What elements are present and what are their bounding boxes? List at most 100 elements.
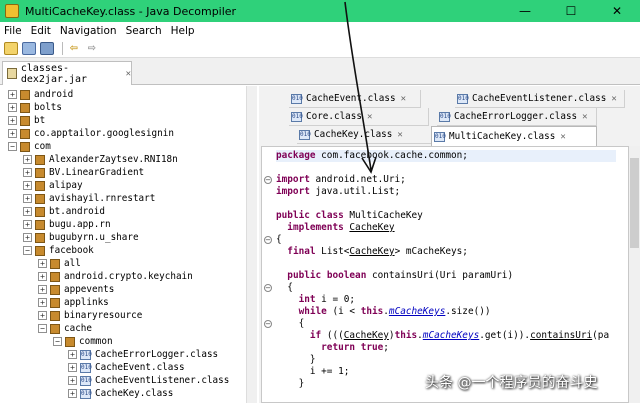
package-icon <box>50 310 60 321</box>
tree-scrollbar[interactable] <box>246 86 257 403</box>
close-tab-icon[interactable]: ✕ <box>560 132 565 142</box>
watermark-text: 头条 @一个程序员的奋斗史 <box>425 375 598 391</box>
expand-toggle-icon[interactable]: + <box>38 285 47 294</box>
expand-toggle-icon[interactable]: + <box>68 389 77 398</box>
tree-item-package[interactable]: − common <box>53 335 113 348</box>
code-editor[interactable]: package com.facebook.cache.common; − imp… <box>261 146 629 403</box>
expand-toggle-icon[interactable]: + <box>68 350 77 359</box>
expand-toggle-icon[interactable]: + <box>23 220 32 229</box>
fold-collapse-icon[interactable]: − <box>264 320 272 328</box>
forward-arrow-icon[interactable]: ⇨ <box>85 42 99 55</box>
tab-cache-key[interactable]: 010 CacheKey.class ✕ <box>297 126 437 144</box>
expand-toggle-icon[interactable]: + <box>23 233 32 242</box>
tab-cache-event-listener[interactable]: 010 CacheEventListener.class ✕ <box>455 90 625 108</box>
tree-item-package[interactable]: + BV.LinearGradient <box>23 166 144 179</box>
code-line-brace: } <box>298 378 305 389</box>
expand-toggle-icon[interactable]: + <box>38 259 47 268</box>
expand-toggle-icon[interactable]: + <box>38 311 47 320</box>
fold-collapse-icon[interactable]: − <box>264 176 272 184</box>
tree-item-package[interactable]: + co.apptailor.googlesignin <box>8 127 174 140</box>
tree-item-package[interactable]: + bt <box>8 114 45 127</box>
fold-collapse-icon[interactable]: − <box>264 284 272 292</box>
menu-file[interactable]: File <box>4 25 22 37</box>
tab-multi-cache-key[interactable]: 010 MultiCacheKey.class ✕ <box>431 126 597 146</box>
open-file-icon[interactable] <box>4 42 18 55</box>
open-type-icon[interactable] <box>22 42 36 55</box>
tree-item-package[interactable]: − facebook <box>23 244 94 257</box>
collapse-toggle-icon[interactable]: − <box>8 142 17 151</box>
tree-item-package[interactable]: − cache <box>38 322 92 335</box>
tree-item-package[interactable]: − com <box>8 140 51 153</box>
code-line-package: package com.facebook.cache.common; <box>276 150 616 162</box>
jar-file-tab[interactable]: classes-dex2jar.jar ✕ <box>2 61 132 85</box>
close-tab-icon[interactable]: ✕ <box>582 112 587 122</box>
tab-core[interactable]: 010 Core.class ✕ <box>289 108 429 126</box>
expand-toggle-icon[interactable]: + <box>68 363 77 372</box>
minimize-button[interactable]: — <box>502 0 548 22</box>
menu-navigation[interactable]: Navigation <box>60 25 117 37</box>
tree-item-package[interactable]: + avishayil.rnrestart <box>23 192 155 205</box>
tree-item-package[interactable]: + bugubyrn.u_share <box>23 231 139 244</box>
package-icon <box>20 102 30 113</box>
tree-item-package[interactable]: + bugu.app.rn <box>23 218 111 231</box>
tree-item-class[interactable]: +010 CacheKey.class <box>68 387 173 400</box>
tree-item-class[interactable]: +010 CacheEvent.class <box>68 361 185 374</box>
tree-item-class[interactable]: +010 CacheEventListener.class <box>68 374 229 387</box>
expand-toggle-icon[interactable]: + <box>23 194 32 203</box>
close-tab-icon[interactable]: ✕ <box>126 69 131 79</box>
expand-toggle-icon[interactable]: + <box>8 90 17 99</box>
expand-toggle-icon[interactable]: + <box>38 298 47 307</box>
tree-item-package[interactable]: + binaryresource <box>38 309 142 322</box>
tab-cache-event[interactable]: 010 CacheEvent.class ✕ <box>289 90 421 108</box>
back-arrow-icon[interactable]: ⇦ <box>67 42 81 55</box>
tree-item-label: android <box>34 89 74 100</box>
tree-item-package[interactable]: + bolts <box>8 101 62 114</box>
maximize-button[interactable]: ☐ <box>548 0 594 22</box>
fold-collapse-icon[interactable]: − <box>264 236 272 244</box>
menu-bar: File Edit Navigation Search Help <box>0 22 640 40</box>
expand-toggle-icon[interactable]: + <box>23 207 32 216</box>
collapse-toggle-icon[interactable]: − <box>38 324 47 333</box>
tree-item-package[interactable]: + android <box>8 88 73 101</box>
tree-item-package[interactable]: + bt.android <box>23 205 105 218</box>
close-tab-icon[interactable]: ✕ <box>367 112 372 122</box>
editor-scrollbar[interactable] <box>629 146 640 403</box>
code-line-while: while (i < this.mCacheKeys.size()) <box>298 306 491 317</box>
expand-toggle-icon[interactable]: + <box>23 155 32 164</box>
tree-item-class[interactable]: +010 CacheErrorLogger.class <box>68 348 218 361</box>
close-window-button[interactable]: ✕ <box>594 0 640 22</box>
menu-edit[interactable]: Edit <box>31 25 51 37</box>
tree-item-package[interactable]: + alipay <box>23 179 83 192</box>
tree-item-package[interactable]: + applinks <box>38 296 109 309</box>
package-icon <box>35 219 45 230</box>
menu-search[interactable]: Search <box>126 25 162 37</box>
package-icon <box>35 245 45 256</box>
tab-cache-error-logger[interactable]: 010 CacheErrorLogger.class ✕ <box>437 108 597 126</box>
expand-toggle-icon[interactable]: + <box>8 103 17 112</box>
expand-toggle-icon[interactable]: + <box>8 129 17 138</box>
toolbar-separator <box>62 42 63 55</box>
close-tab-icon[interactable]: ✕ <box>397 130 402 140</box>
close-tab-icon[interactable]: ✕ <box>401 94 406 104</box>
tree-item-package[interactable]: + android.crypto.keychain <box>38 270 193 283</box>
collapse-toggle-icon[interactable]: − <box>53 337 62 346</box>
tree-item-label: com <box>34 141 51 152</box>
tree-item-package[interactable]: + all <box>38 257 81 270</box>
tree-item-package[interactable]: + appevents <box>38 283 114 296</box>
expand-toggle-icon[interactable]: + <box>38 272 47 281</box>
expand-toggle-icon[interactable]: + <box>68 376 77 385</box>
expand-toggle-icon[interactable]: + <box>23 181 32 190</box>
menu-help[interactable]: Help <box>171 25 195 37</box>
tab-label: CacheKey.class <box>314 129 393 140</box>
expand-toggle-icon[interactable]: + <box>23 168 32 177</box>
package-icon <box>65 336 75 347</box>
editor-scrollbar-thumb[interactable] <box>630 158 639 248</box>
expand-toggle-icon[interactable]: + <box>8 116 17 125</box>
collapse-toggle-icon[interactable]: − <box>23 246 32 255</box>
tree-item-label: appevents <box>64 284 115 295</box>
tree-item-package[interactable]: + AlexanderZaytsev.RNI18n <box>23 153 178 166</box>
close-tab-icon[interactable]: ✕ <box>611 94 616 104</box>
tree-item-label: bugubyrn.u_share <box>49 232 139 243</box>
tree-item-label: co.apptailor.googlesignin <box>34 128 174 139</box>
save-icon[interactable] <box>40 42 54 55</box>
